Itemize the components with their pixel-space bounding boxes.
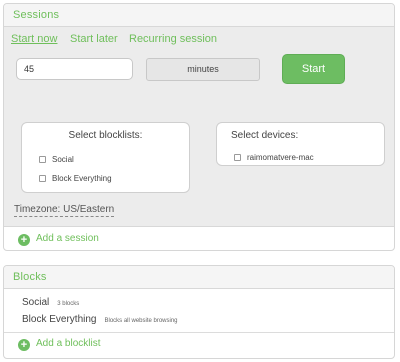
divider bbox=[4, 332, 394, 333]
tab-start-later[interactable]: Start later bbox=[70, 33, 118, 45]
start-button[interactable]: Start bbox=[282, 54, 345, 84]
block-name: Block Everything bbox=[22, 314, 97, 325]
tab-start-now[interactable]: Start now bbox=[11, 33, 57, 45]
blocklist-option-block-everything[interactable]: Block Everything bbox=[39, 174, 112, 183]
add-blocklist-label: Add a blocklist bbox=[36, 338, 101, 349]
checkbox-icon[interactable] bbox=[39, 175, 46, 182]
checkbox-icon[interactable] bbox=[39, 156, 46, 163]
plus-circle-icon: + bbox=[18, 234, 30, 246]
add-blocklist-button[interactable]: + Add a blocklist bbox=[18, 338, 100, 351]
duration-unit-select[interactable]: minutes bbox=[146, 58, 260, 81]
devices-title: Select devices: bbox=[231, 130, 299, 141]
block-meta: Blocks all website browsing bbox=[104, 318, 178, 324]
devices-card: Select devices: raimomatvere-mac bbox=[216, 122, 385, 166]
device-option[interactable]: raimomatvere-mac bbox=[234, 153, 314, 162]
plus-circle-icon: + bbox=[18, 339, 30, 351]
blocklist-option-social[interactable]: Social bbox=[39, 155, 74, 164]
block-item-social[interactable]: Social 3 blocks bbox=[22, 297, 79, 308]
device-option-label: raimomatvere-mac bbox=[247, 153, 314, 162]
block-name: Social bbox=[22, 297, 50, 308]
add-session-button[interactable]: + Add a session bbox=[18, 233, 99, 246]
blocklist-option-label: Social bbox=[52, 155, 74, 164]
sessions-header: Sessions bbox=[4, 4, 394, 27]
blocks-header: Blocks bbox=[4, 266, 394, 289]
blocklists-card: Select blocklists: Social Block Everythi… bbox=[21, 122, 190, 193]
blocklists-title: Select blocklists: bbox=[68, 130, 143, 141]
timezone-link[interactable]: Timezone: US/Eastern bbox=[14, 204, 115, 217]
sessions-body: Start now Start later Recurring session … bbox=[4, 27, 394, 227]
block-item-block-everything[interactable]: Block Everything Blocks all website brows… bbox=[22, 314, 178, 325]
block-meta: 3 blocks bbox=[57, 301, 80, 307]
sessions-panel: Sessions Start now Start later Recurring… bbox=[3, 3, 395, 251]
duration-input[interactable]: 45 bbox=[16, 58, 133, 80]
tab-recurring-session[interactable]: Recurring session bbox=[129, 33, 217, 45]
add-session-label: Add a session bbox=[36, 233, 99, 244]
blocklist-option-label: Block Everything bbox=[52, 174, 112, 183]
blocks-panel: Blocks Social 3 blocks Block Everything Bl… bbox=[3, 265, 395, 359]
checkbox-icon[interactable] bbox=[234, 154, 241, 161]
